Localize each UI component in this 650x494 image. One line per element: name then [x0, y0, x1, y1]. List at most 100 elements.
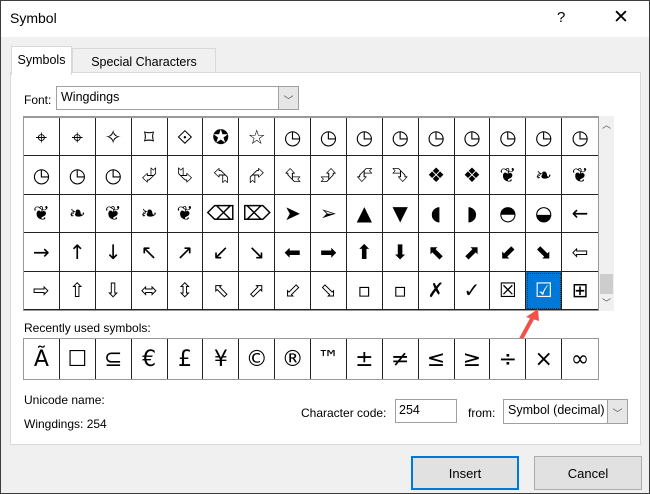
symbol-cell[interactable]: ⊞ [562, 272, 598, 310]
symbol-cell[interactable]: ⮶ [346, 156, 383, 195]
symbol-cell[interactable]: ▲ [346, 194, 383, 234]
symbol-cell[interactable]: ❖ [454, 156, 491, 195]
symbol-cell[interactable]: ↗ [167, 233, 204, 272]
symbol-cell[interactable]: ⌑ [131, 118, 168, 157]
symbol-cell[interactable]: ⬅ [275, 233, 311, 272]
symbol-cell[interactable]: ⬋ [490, 233, 527, 272]
symbol-cell[interactable]: ⇧ [59, 271, 96, 310]
symbol-cell[interactable]: ⇦ [562, 233, 598, 272]
symbol-cell[interactable]: ↓ [95, 233, 132, 272]
recent-symbol-cell[interactable]: ÷ [490, 339, 527, 379]
symbol-cell[interactable]: ◷ [454, 118, 491, 157]
symbol-cell[interactable]: ↑ [59, 233, 96, 272]
chevron-down-icon[interactable]: ﹀ [278, 87, 298, 109]
symbol-cell[interactable]: ❦ [490, 156, 527, 195]
symbol-cell[interactable]: ❖ [418, 156, 455, 195]
symbol-cell[interactable]: ◷ [275, 118, 311, 157]
symbol-cell[interactable]: ⇨ [24, 271, 60, 310]
symbol-cell[interactable]: ✓ [454, 271, 491, 310]
symbol-cell[interactable]: ⌫ [203, 194, 240, 234]
symbol-cell[interactable]: ⮰ [131, 156, 168, 195]
symbol-cell[interactable]: ⟐ [167, 118, 204, 157]
symbol-cell[interactable]: ← [562, 195, 598, 234]
character-code-input[interactable]: 254 [395, 399, 457, 423]
recent-symbol-cell[interactable]: Ã [24, 339, 60, 379]
recent-symbol-cell[interactable]: ≤ [419, 339, 455, 379]
recent-symbol-cell[interactable]: ≠ [383, 339, 419, 379]
symbol-cell[interactable]: ◷ [346, 118, 383, 157]
symbol-cell[interactable]: ◷ [24, 156, 60, 195]
symbol-cell[interactable]: ◷ [526, 118, 563, 157]
symbol-cell[interactable]: ➢ [311, 194, 347, 234]
symbol-cell[interactable]: ↖ [131, 233, 168, 272]
symbol-cell[interactable]: ❧ [131, 194, 168, 234]
symbol-cell[interactable]: ⬁ [203, 271, 240, 310]
symbol-cell[interactable]: ❦ [95, 194, 132, 234]
symbol-cell-selected[interactable]: ☑ [526, 271, 563, 310]
symbol-cell[interactable]: ↙ [203, 233, 240, 272]
symbol-cell[interactable]: ✧ [95, 118, 132, 157]
recent-symbol-cell[interactable]: × [526, 339, 563, 379]
symbol-cell[interactable]: ▫ [382, 271, 419, 310]
symbol-cell[interactable]: ❦ [562, 156, 598, 195]
symbol-cell[interactable]: ◓ [490, 194, 527, 234]
symbol-cell[interactable]: ☆ [239, 118, 276, 157]
symbol-cell[interactable]: ✗ [418, 271, 455, 310]
symbol-cell[interactable]: ⇳ [167, 271, 204, 310]
symbol-cell[interactable]: ◷ [382, 118, 419, 157]
recent-symbol-cell[interactable]: ∞ [562, 339, 598, 379]
tab-symbols[interactable]: Symbols [11, 46, 72, 75]
symbol-cell[interactable]: ◗ [454, 194, 491, 234]
font-select[interactable]: Wingdings ﹀ [56, 86, 299, 110]
symbol-cell[interactable]: ⌖ [24, 118, 60, 157]
symbol-cell[interactable]: → [24, 233, 60, 272]
symbol-cell[interactable]: ❦ [167, 194, 204, 234]
symbol-cell[interactable]: ⬇ [382, 233, 419, 272]
cancel-button[interactable]: Cancel [534, 456, 642, 490]
symbol-cell[interactable]: ◷ [95, 156, 132, 195]
recent-symbol-cell[interactable]: € [132, 339, 168, 379]
recent-symbol-cell[interactable]: ± [347, 339, 383, 379]
symbol-cell[interactable]: ◖ [418, 194, 455, 234]
recent-symbol-cell[interactable]: ¥ [203, 339, 240, 379]
symbol-cell[interactable]: ⬄ [131, 271, 168, 310]
symbol-cell[interactable]: ⮳ [239, 156, 276, 195]
symbol-cell[interactable]: ❦ [24, 194, 60, 234]
symbol-cell[interactable]: ⬉ [418, 233, 455, 272]
symbol-cell[interactable]: ❧ [59, 194, 96, 234]
symbol-cell[interactable]: ⬆ [346, 233, 383, 272]
symbol-cell[interactable]: ❧ [526, 156, 563, 195]
symbol-cell[interactable]: ⮷ [382, 156, 419, 195]
recent-symbol-cell[interactable]: ⊆ [96, 339, 132, 379]
symbol-cell[interactable]: ✪ [203, 118, 240, 157]
close-button[interactable]: ✕ [613, 6, 629, 29]
symbol-cell[interactable]: ⬃ [275, 271, 311, 310]
symbol-cell[interactable]: ➤ [275, 194, 311, 234]
symbol-cell[interactable]: ⬀ [239, 271, 276, 310]
chevron-down-icon[interactable]: ﹀ [607, 400, 627, 423]
symbol-cell[interactable]: ⇩ [95, 271, 132, 310]
help-button[interactable]: ? [557, 9, 565, 26]
symbol-cell[interactable]: ◒ [526, 194, 563, 234]
symbol-cell[interactable]: ⮱ [167, 156, 204, 195]
symbol-grid-scrollbar[interactable]: ︿ ﹀ [599, 116, 614, 311]
recent-symbol-cell[interactable]: £ [168, 339, 204, 379]
symbol-cell[interactable]: ⌖ [59, 118, 96, 157]
scroll-thumb[interactable] [600, 274, 613, 294]
symbol-cell[interactable]: ➡ [311, 233, 347, 272]
symbol-cell[interactable]: ◷ [59, 156, 96, 195]
symbol-cell[interactable]: ↘ [239, 233, 276, 272]
symbol-cell[interactable]: ⮲ [203, 156, 240, 195]
insert-button[interactable]: Insert [411, 456, 519, 490]
symbol-cell[interactable]: ⮵ [311, 156, 347, 195]
recent-symbol-cell[interactable]: ☐ [60, 339, 96, 379]
symbol-cell[interactable]: ◷ [490, 118, 527, 157]
symbol-cell[interactable]: ⬊ [526, 233, 563, 272]
symbol-grid[interactable]: ⌖ ⌖ ✧ ⌑ ⟐ ✪ ☆ ◷ ◷ ◷ ◷ ◷ ◷ ◷ ◷ ◷ ◷ ◷ ◷ ⮰ ⮱ ⮲ ⮳ ⮴ ⮵ ⮶ ⮷ ❖ ❖ ❦ ❧ ❦ ❦ ❧ ❦ ❧ ❦ ⌫ ⌦ ➤… [23, 116, 599, 311]
symbol-cell[interactable]: ☒ [490, 271, 527, 310]
recent-symbols[interactable]: Ã ☐ ⊆ € £ ¥ © ® ™ ± ≠ ≤ ≥ ÷ × ∞ [23, 338, 599, 380]
symbol-cell[interactable]: ⬈ [454, 233, 491, 272]
symbol-cell[interactable]: ◷ [562, 118, 598, 157]
symbol-cell[interactable]: ◷ [311, 118, 347, 157]
symbol-cell[interactable]: ⮴ [275, 156, 311, 195]
